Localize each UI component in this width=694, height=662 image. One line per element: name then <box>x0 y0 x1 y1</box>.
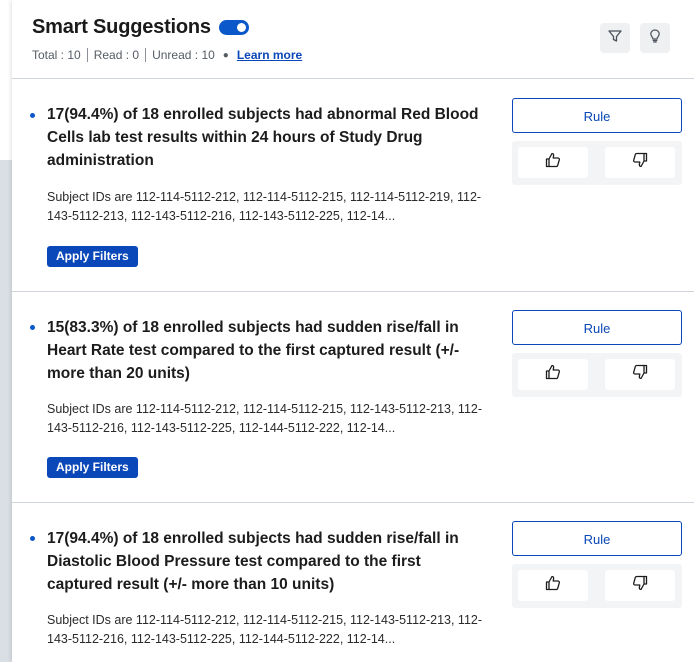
thumbs-down-button[interactable] <box>605 147 675 178</box>
feedback-box <box>512 564 682 608</box>
panel-header: Smart Suggestions Total : 10 Read : 0 Un… <box>12 0 694 79</box>
rule-button[interactable]: Rule <box>512 310 682 345</box>
stat-unread: Unread : 10 <box>152 48 215 62</box>
smart-suggestions-panel: Smart Suggestions Total : 10 Read : 0 Un… <box>12 0 694 662</box>
filter-button[interactable] <box>600 23 630 53</box>
thumbs-down-button[interactable] <box>605 359 675 390</box>
filter-icon <box>607 28 623 49</box>
suggestion-card: 15(83.3%) of 18 enrolled subjects had su… <box>12 292 694 503</box>
thumbs-up-button[interactable] <box>518 147 588 178</box>
stat-total: Total : 10 <box>32 48 81 62</box>
thumbs-down-button[interactable] <box>605 570 675 601</box>
feedback-box <box>512 141 682 185</box>
suggestion-description: Subject IDs are 112-114-5112-212, 112-11… <box>47 402 483 435</box>
thumbs-down-icon <box>631 574 649 597</box>
suggestion-title: 17(94.4%) of 18 enrolled subjects had su… <box>47 530 459 593</box>
suggestion-title: 15(83.3%) of 18 enrolled subjects had su… <box>47 319 460 382</box>
lightbulb-icon <box>647 28 663 49</box>
learn-more-link[interactable]: Learn more <box>237 48 302 62</box>
suggestion-card: 17(94.4%) of 18 enrolled subjects had ab… <box>12 79 694 292</box>
apply-filters-button[interactable]: Apply Filters <box>47 457 138 478</box>
suggestion-description: Subject IDs are 112-114-5112-212, 112-11… <box>47 190 482 223</box>
stats-row: Total : 10 Read : 0 Unread : 10 ● Learn … <box>32 48 302 62</box>
suggestion-bullet <box>30 325 35 330</box>
stats-divider <box>86 48 88 62</box>
suggestion-bullet <box>30 536 35 541</box>
title-row: Smart Suggestions <box>32 16 249 39</box>
stats-divider <box>145 48 147 62</box>
suggestion-bullet <box>30 113 35 118</box>
rule-button[interactable]: Rule <box>512 98 682 133</box>
thumbs-down-icon <box>631 363 649 386</box>
rule-button[interactable]: Rule <box>512 521 682 556</box>
apply-filters-button[interactable]: Apply Filters <box>47 246 138 267</box>
suggestion-description: Subject IDs are 112-114-5112-212, 112-11… <box>47 613 483 646</box>
thumbs-up-button[interactable] <box>518 570 588 601</box>
suggestion-title: 17(94.4%) of 18 enrolled subjects had ab… <box>47 106 479 169</box>
thumbs-up-icon <box>544 574 562 597</box>
lightbulb-button[interactable] <box>640 23 670 53</box>
thumbs-up-button[interactable] <box>518 359 588 390</box>
thumbs-down-icon <box>631 151 649 174</box>
thumbs-up-icon <box>544 151 562 174</box>
stat-read: Read : 0 <box>93 48 140 62</box>
panel-title: Smart Suggestions <box>32 16 211 38</box>
feedback-box <box>512 353 682 397</box>
stats-dot: ● <box>222 49 229 61</box>
thumbs-up-icon <box>544 363 562 386</box>
suggestions-toggle[interactable] <box>218 20 249 35</box>
suggestion-card: 17(94.4%) of 18 enrolled subjects had su… <box>12 503 694 662</box>
toggle-knob <box>236 23 246 32</box>
